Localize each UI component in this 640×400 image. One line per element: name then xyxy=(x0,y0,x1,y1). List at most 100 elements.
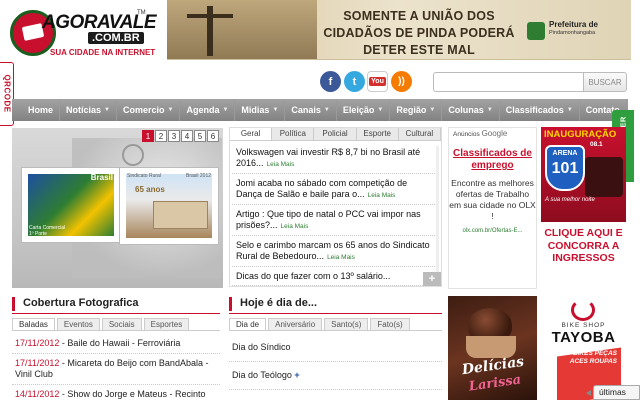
main-navigation: Home Notícias ▼ Comercio ▼ Agenda ▼ Midias ▼ Cana… xyxy=(12,99,628,121)
chevron-down-icon: ▼ xyxy=(104,107,110,113)
page: AGORAVALE TM .COM.BR SUA CIDADE NA INTER… xyxy=(0,0,640,400)
arena-date: 08.1 xyxy=(590,141,603,148)
facebook-glyph: f xyxy=(328,75,333,88)
youtube-glyph: You xyxy=(369,77,386,86)
nav-item-colunas[interactable]: Colunas ▼ xyxy=(442,99,500,121)
list-item[interactable]: 17/11/2012 - Baile do Hawaii - Ferroviár… xyxy=(12,334,220,354)
item-title[interactable]: - Baile do Hawaii - Ferroviária xyxy=(59,338,181,348)
youtube-icon[interactable]: You xyxy=(367,71,388,92)
news-scrollbar[interactable] xyxy=(436,146,439,276)
item-title[interactable]: Dia do Síndico xyxy=(232,342,291,352)
featured-slider[interactable]: 123456 Brasil Carta Comercial 1º Porte S… xyxy=(12,128,223,288)
tab-sociais[interactable]: Sociais xyxy=(101,318,142,330)
tab-baladas[interactable]: Baladas xyxy=(12,318,55,330)
stamp-sindicato-image: Sindicato Rural Brasil 2012 65 anos xyxy=(119,167,219,245)
tab-esportes[interactable]: Esportes xyxy=(143,318,190,330)
hoje-tabs: Dia de Aniversário Santo(s) Fato(s) xyxy=(229,318,442,331)
news-item[interactable]: Selo e carimbo marcam os 65 anos do Sind… xyxy=(232,236,435,267)
ad-body: Encontre as melhores ofertas de Trabalho… xyxy=(449,178,536,221)
tab-aniversario[interactable]: Aniversário xyxy=(268,318,323,330)
tab-eventos[interactable]: Eventos xyxy=(56,318,100,330)
nav-item-agenda[interactable]: Agenda ▼ xyxy=(180,99,236,121)
rss-glyph: )) xyxy=(398,76,405,87)
tab-esporte[interactable]: Esporte xyxy=(356,128,399,140)
nav-item-label: Eleição xyxy=(342,105,375,115)
tab-cultural[interactable]: Cultural xyxy=(398,128,442,140)
facebook-icon[interactable]: f xyxy=(320,71,341,92)
ad-url[interactable]: olx.com.br/Ofertas-E... xyxy=(449,228,536,234)
read-more-link[interactable]: Leia Mais xyxy=(267,161,295,168)
arena-name: ARENA xyxy=(552,150,578,157)
tab-policial[interactable]: Policial xyxy=(314,128,357,140)
news-item[interactable]: Jomi acaba no sábado com competição de D… xyxy=(232,174,435,205)
tayoba-logo-icon xyxy=(571,299,595,321)
ad-title-link[interactable]: Classificados de emprego xyxy=(449,148,536,172)
slider-page-4[interactable]: 4 xyxy=(181,130,193,142)
hoje-list: Dia do Síndico Dia do Teólogo + xyxy=(229,334,442,390)
logo-domain: .COM.BR xyxy=(88,32,144,44)
ads-label: Anúncios xyxy=(453,131,480,138)
nav-item-label: Colunas xyxy=(448,105,484,115)
google-ads-box[interactable]: Anúncios Google Classificados de emprego… xyxy=(448,127,537,289)
stamp-country: Brasil xyxy=(90,173,113,182)
hoje-section-title: Hoje é dia de... xyxy=(229,297,442,311)
nav-item-classificados[interactable]: Classificados ▼ xyxy=(500,99,580,121)
search-button[interactable]: BUSCAR xyxy=(583,72,627,92)
news-item[interactable]: Dicas do que fazer com o 13º salário... xyxy=(232,267,435,286)
slider-page-1[interactable]: 1 xyxy=(142,130,154,142)
expand-plus-icon[interactable]: + xyxy=(292,370,299,380)
nav-item-label: Notícias xyxy=(66,105,102,115)
news-more-button[interactable]: + xyxy=(423,272,441,286)
list-item[interactable]: Dia do Síndico xyxy=(229,334,442,362)
nav-item-label: Classificados xyxy=(505,105,564,115)
tab-santo-s[interactable]: Santo(s) xyxy=(324,318,369,330)
news-headline[interactable]: Artigo : Que tipo de natal o PCC vai imp… xyxy=(236,209,421,230)
item-title[interactable]: Dia do Teólogo xyxy=(232,370,292,380)
read-more-link[interactable]: Leia Mais xyxy=(368,192,396,199)
tab-fato-s[interactable]: Fato(s) xyxy=(370,318,410,330)
list-item[interactable]: 14/11/2012 - Show do Jorge e Mateus - Re… xyxy=(12,385,220,400)
rss-icon[interactable]: )) xyxy=(391,71,412,92)
ads-header: Anúncios Google xyxy=(449,128,536,139)
chevron-down-icon: ▼ xyxy=(167,107,174,113)
list-item[interactable]: Dia do Teólogo + xyxy=(229,362,442,390)
nav-item-midias[interactable]: Midias ▼ xyxy=(235,99,286,121)
chevron-down-icon: ▼ xyxy=(222,107,229,113)
site-logo[interactable]: AGORAVALE TM .COM.BR SUA CIDADE NA INTER… xyxy=(10,4,157,62)
banner-prefeitura-city: Pindamonhangaba xyxy=(549,30,596,36)
news-item[interactable]: Volkswagen vai investir R$ 8,7 bi no Bra… xyxy=(232,143,435,174)
header-banner-ad[interactable]: SOMENTE A UNIÃO DOS CIDADÃOS DE PINDA PO… xyxy=(167,0,631,60)
tab-geral[interactable]: Geral xyxy=(230,128,273,140)
building-image xyxy=(153,201,208,229)
nav-item-eleicao[interactable]: Eleição ▼ xyxy=(337,99,391,121)
read-more-link[interactable]: Leia Mais xyxy=(327,254,355,261)
cobertura-divider xyxy=(12,313,220,314)
chevron-down-icon: ▼ xyxy=(272,107,279,113)
nav-item-noticias[interactable]: Notícias ▼ xyxy=(60,99,117,121)
chevron-down-icon: ▼ xyxy=(566,107,573,113)
nav-item-home[interactable]: Home xyxy=(12,99,61,121)
search-input[interactable] xyxy=(433,72,583,92)
arena-subtitle: A sua melhor noite xyxy=(545,197,595,203)
slider-page-2[interactable]: 2 xyxy=(155,130,167,142)
list-item[interactable]: 17/11/2012 - Micareta do Beijo com BandA… xyxy=(12,354,220,385)
nav-item-comercio[interactable]: Comercio ▼ xyxy=(117,99,181,121)
news-headline[interactable]: Volkswagen vai investir R$ 8,7 bi no Bra… xyxy=(236,147,420,168)
tab-dia-de[interactable]: Dia de xyxy=(229,318,267,330)
nav-item-label: Região xyxy=(396,105,427,115)
arena-cta[interactable]: CLIQUE AQUI E CONCORRA A INGRESSOS xyxy=(541,227,626,265)
slider-page-3[interactable]: 3 xyxy=(168,130,180,142)
nav-item-regiao[interactable]: Região ▼ xyxy=(390,99,443,121)
news-item[interactable]: Artigo : Que tipo de natal o PCC vai imp… xyxy=(232,205,435,236)
nav-item-canais[interactable]: Canais ▼ xyxy=(285,99,337,121)
arena-101-ad[interactable]: INAUGURAÇÃO ARENA 101 08.1 A sua melhor … xyxy=(541,127,626,289)
slider-page-5[interactable]: 5 xyxy=(194,130,206,142)
slider-page-6[interactable]: 6 xyxy=(207,130,219,142)
ultimas-toggle[interactable]: últimas xyxy=(586,385,640,400)
read-more-link[interactable]: Leia Mais xyxy=(281,223,309,230)
tab-politica[interactable]: Política xyxy=(272,128,315,140)
news-headline[interactable]: Dicas do que fazer com o 13º salário... xyxy=(236,271,390,281)
tayoba-categories: BIKES PEÇAS ACES ROUPAS xyxy=(569,350,617,365)
delicias-larissa-ad[interactable]: Delícias Larissa xyxy=(448,296,537,400)
twitter-icon[interactable]: t xyxy=(344,71,365,92)
